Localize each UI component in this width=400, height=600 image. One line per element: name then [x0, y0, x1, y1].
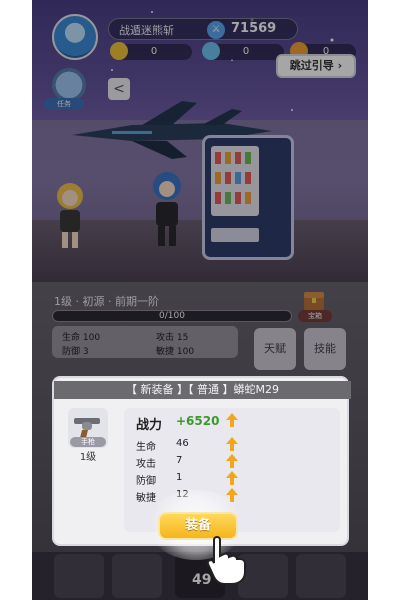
item-type-tag: 手枪	[70, 437, 106, 447]
arrow-up-icon	[226, 471, 238, 485]
stat-row-power: 战力 +6520	[136, 413, 336, 433]
stat-row-atk: 攻击 7	[136, 454, 336, 471]
item-level: 1级	[79, 452, 97, 463]
stat-row-def: 防御 1	[136, 471, 336, 488]
pointing-hand-icon	[206, 536, 246, 585]
stat-row-hp: 生命 46	[136, 437, 336, 454]
arrow-up-icon	[226, 413, 238, 427]
modal-title: 【 新装备 】【 普通 】蟒蛇M29	[54, 381, 351, 399]
arrow-up-icon	[226, 437, 238, 451]
arrow-up-icon	[226, 454, 238, 468]
